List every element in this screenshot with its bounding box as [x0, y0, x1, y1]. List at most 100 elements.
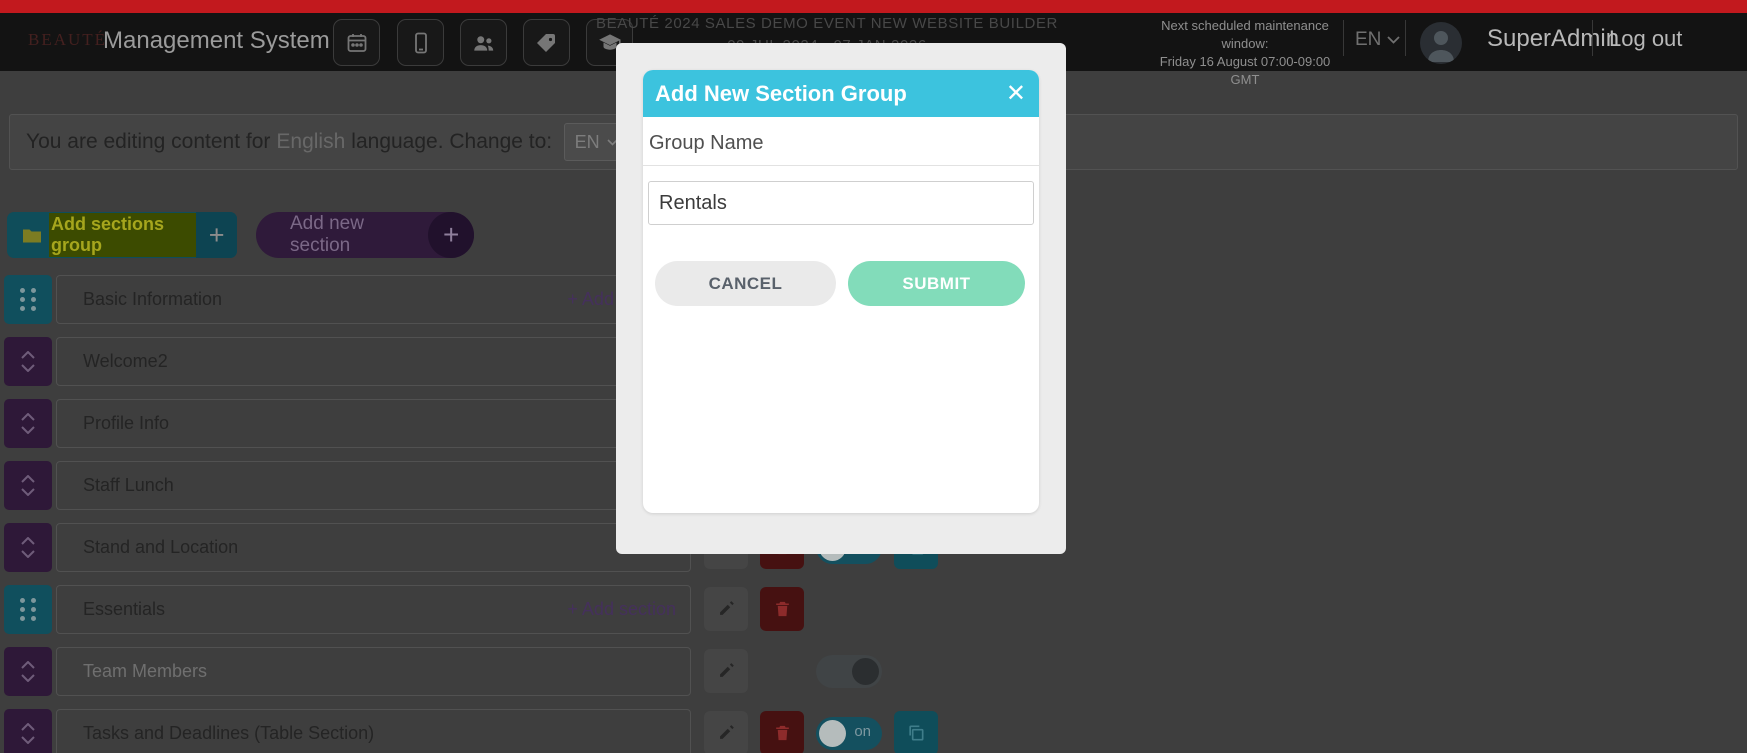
duplicate-button[interactable] — [894, 711, 938, 753]
maintenance-notice: Next scheduled maintenance window: Frida… — [1150, 17, 1340, 89]
row-box: Tasks and Deadlines (Table Section) — [56, 709, 691, 753]
add-section-group-modal: Add New Section Group ✕ Group Name CANCE… — [616, 43, 1066, 554]
row-title: Staff Lunch — [83, 475, 174, 496]
person-icon — [1420, 22, 1462, 64]
app-title: Management System — [103, 27, 330, 55]
row-box: Stand and Location — [56, 523, 691, 572]
brand-logo: BEAUTÉ — [28, 30, 107, 50]
edit-button[interactable] — [704, 587, 748, 631]
row-box: Staff Lunch — [56, 461, 691, 510]
chevron-down-icon — [1387, 36, 1400, 44]
user-avatar[interactable] — [1420, 22, 1462, 64]
visibility-toggle[interactable] — [816, 655, 882, 688]
topbar-divider — [1405, 20, 1406, 56]
section-row: Tasks and Deadlines (Table Section) on — [0, 709, 1000, 753]
chevron-up-icon — [21, 537, 35, 545]
plus-icon: + — [196, 212, 237, 258]
maintenance-line2: Friday 16 August 07:00-09:00 GMT — [1150, 53, 1340, 89]
banner-language-word: English — [276, 130, 345, 154]
edit-button[interactable] — [704, 649, 748, 693]
logout-button[interactable]: Log out — [1609, 26, 1682, 52]
chevron-down-icon — [21, 550, 35, 558]
chevron-up-icon — [21, 413, 35, 421]
chevron-down-icon — [21, 674, 35, 682]
change-language-value: EN — [575, 132, 600, 153]
chevron-down-icon — [21, 488, 35, 496]
modal-title: Add New Section Group — [655, 81, 907, 107]
move-handle[interactable] — [4, 399, 52, 448]
row-title: Essentials — [83, 599, 165, 620]
topbar-divider — [1343, 20, 1344, 56]
folder-icon — [23, 228, 41, 243]
calendar-button[interactable] — [333, 19, 380, 66]
toggle-knob — [819, 720, 846, 747]
group-name-label-row: Group Name — [643, 117, 1039, 166]
calendar-icon — [345, 31, 369, 55]
chevron-up-icon — [21, 475, 35, 483]
trash-icon — [773, 723, 792, 743]
row-box: Welcome2 — [56, 337, 691, 386]
chevron-up-icon — [21, 351, 35, 359]
move-handle[interactable] — [4, 647, 52, 696]
move-handle[interactable] — [4, 709, 52, 753]
drag-handle[interactable] — [4, 585, 52, 634]
pencil-icon — [716, 599, 736, 619]
row-box: Basic Information + Add section — [56, 275, 691, 324]
move-handle[interactable] — [4, 461, 52, 510]
add-new-section-button[interactable]: Add new section + — [256, 212, 474, 258]
chevron-up-icon — [21, 661, 35, 669]
banner-text-suffix: language. Change to: — [351, 130, 552, 154]
users-icon — [471, 30, 497, 56]
tag-button[interactable] — [523, 19, 570, 66]
submit-button[interactable]: SUBMIT — [848, 261, 1025, 306]
delete-button[interactable] — [760, 711, 804, 753]
users-button[interactable] — [460, 19, 507, 66]
mobile-button[interactable] — [397, 19, 444, 66]
pencil-icon — [716, 723, 736, 743]
move-handle[interactable] — [4, 523, 52, 572]
pencil-icon — [716, 661, 736, 681]
event-title: BEAUTÉ 2024 SALES DEMO EVENT NEW WEBSITE… — [577, 15, 1077, 32]
group-name-input[interactable] — [648, 181, 1034, 225]
toggle-on-label: on — [854, 723, 871, 740]
row-title: Tasks and Deadlines (Table Section) — [83, 723, 374, 744]
row-title: Stand and Location — [83, 537, 238, 558]
row-box: Team Members — [56, 647, 691, 696]
modal-header: Add New Section Group ✕ — [643, 70, 1039, 117]
delete-button[interactable] — [760, 587, 804, 631]
group-name-label: Group Name — [649, 132, 764, 154]
drag-dots-icon — [20, 288, 36, 311]
chevron-down-icon — [21, 736, 35, 744]
add-new-section-label: Add new section — [290, 213, 428, 257]
copy-icon — [906, 723, 926, 743]
add-section-link[interactable]: + Add section — [567, 599, 676, 620]
tag-icon — [535, 31, 559, 55]
add-sections-group-button[interactable]: Add sections group + — [7, 212, 237, 258]
username-label[interactable]: SuperAdmin — [1487, 25, 1619, 53]
section-group-row: Essentials + Add section — [0, 585, 1000, 634]
modal-card: Add New Section Group ✕ Group Name CANCE… — [643, 70, 1039, 513]
chevron-down-icon — [21, 426, 35, 434]
maintenance-line1: Next scheduled maintenance window: — [1150, 17, 1340, 53]
drag-handle[interactable] — [4, 275, 52, 324]
add-sections-group-label: Add sections group — [49, 213, 196, 257]
row-title: Welcome2 — [83, 351, 168, 372]
close-icon[interactable]: ✕ — [1006, 79, 1026, 108]
modal-buttons: CANCEL SUBMIT — [655, 261, 1025, 306]
visibility-toggle[interactable]: on — [816, 717, 882, 750]
section-row: Team Members — [0, 647, 1000, 696]
banner-text-prefix: You are editing content for — [26, 130, 270, 154]
plus-icon: + — [428, 212, 474, 258]
page-root: BEAUTÉ Management System — [0, 0, 1747, 753]
cancel-button[interactable]: CANCEL — [655, 261, 836, 306]
topbar-divider — [1592, 20, 1593, 56]
edit-button[interactable] — [704, 711, 748, 753]
language-dropdown[interactable]: EN — [1355, 29, 1400, 51]
row-box: Profile Info — [56, 399, 691, 448]
row-title: Team Members — [83, 661, 207, 682]
row-title: Profile Info — [83, 413, 169, 434]
top-red-stripe — [0, 0, 1747, 13]
language-value: EN — [1355, 29, 1381, 51]
trash-icon — [773, 599, 792, 619]
move-handle[interactable] — [4, 337, 52, 386]
